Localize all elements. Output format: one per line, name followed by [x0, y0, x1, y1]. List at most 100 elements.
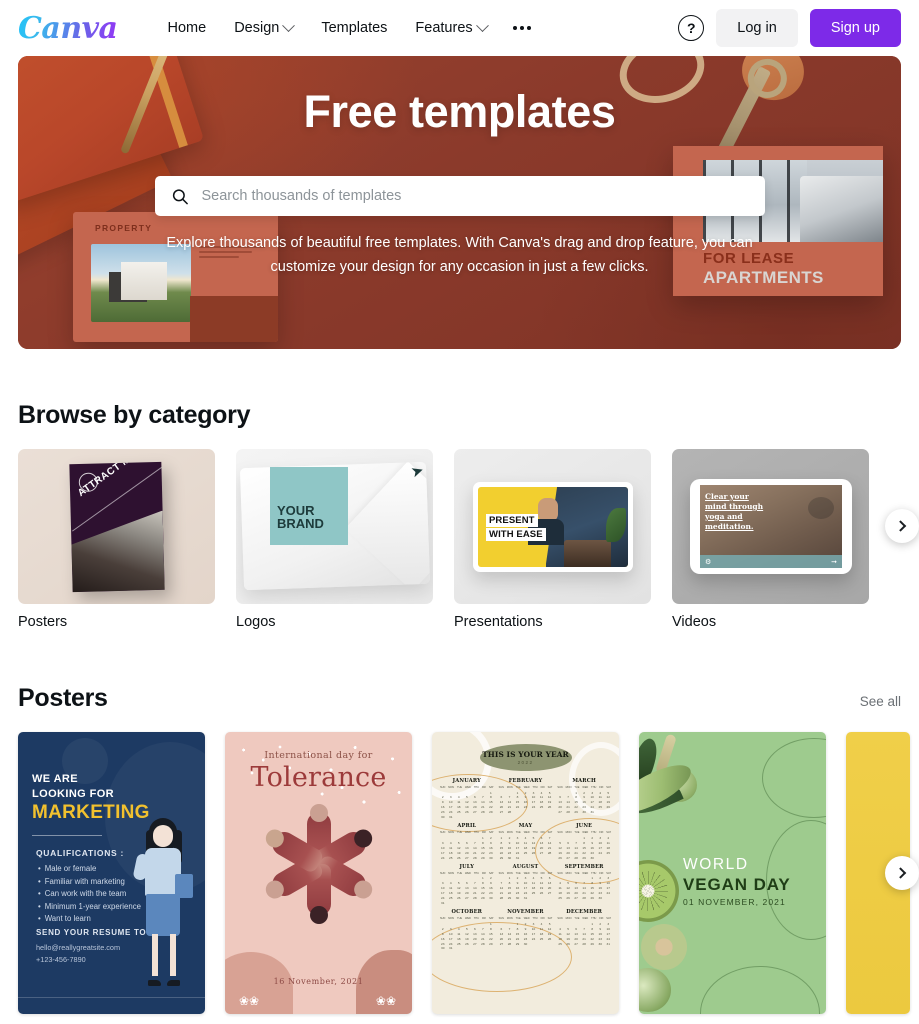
- category-card-logos[interactable]: YOUR BRAND ➤ Logos: [236, 449, 433, 630]
- calendar-day: 1: [516, 790, 519, 795]
- calendar-weekday: WED: [523, 786, 530, 789]
- posters-section-header: Posters See all: [18, 684, 901, 713]
- nav-item-design[interactable]: Design: [220, 12, 307, 44]
- nav-item-home[interactable]: Home: [154, 12, 221, 44]
- ellipsis-icon: [519, 26, 524, 30]
- calendar-day: 23: [441, 810, 445, 815]
- calendar-day: 13: [547, 881, 552, 886]
- more-menu-button[interactable]: [501, 16, 543, 40]
- calendar-day: 5: [559, 840, 561, 845]
- calendar-day: 22: [489, 805, 493, 810]
- calendar-day: 9: [490, 840, 492, 845]
- calendar-weekday: THU: [473, 786, 479, 789]
- calendar-weekday: TUE: [574, 871, 580, 875]
- signup-button[interactable]: Sign up: [809, 9, 901, 47]
- help-icon[interactable]: ?: [678, 15, 705, 41]
- canva-logo[interactable]: Canva: [18, 11, 122, 46]
- calendar-day-empty: [564, 876, 572, 880]
- calendar-day: 28: [582, 941, 586, 946]
- poster-card-world-vegan-day[interactable]: WORLD VEGAN DAY 01 NOVEMBER, 2021: [639, 732, 826, 1014]
- calendar-day: 29: [590, 896, 594, 901]
- daisy-icon: ❀❀: [375, 994, 396, 1008]
- calendar-day: 3: [607, 921, 610, 926]
- calendar-weekday: THU: [591, 871, 597, 875]
- calendar-weekday: THU: [532, 871, 538, 875]
- calendar-day: 19: [457, 850, 461, 855]
- calendar-day: 15: [481, 845, 485, 850]
- calendar-badge: THIS IS YOUR YEAR 2022: [479, 744, 572, 771]
- calendar-month-name: AUGUST: [512, 863, 539, 870]
- calendar-day: 31: [449, 946, 453, 951]
- nav-item-label: Templates: [321, 20, 388, 36]
- calendar-day: 31: [590, 810, 594, 815]
- calendar-day: 13: [473, 800, 477, 805]
- calendar-weekday: WED: [465, 871, 471, 875]
- calendar-day: 23: [598, 936, 602, 941]
- calendar-day: 11: [539, 795, 544, 800]
- calendar-day: 12: [465, 800, 469, 805]
- calendar-day: 6: [465, 881, 468, 886]
- calendar-day: 22: [481, 850, 485, 855]
- poster-card-tolerance-day[interactable]: International day for Tolerance ❀❀ ❀❀ 16…: [225, 732, 412, 1014]
- calendar-month: AUGUST SUN MON TUE WED THU FRI SAT 1 2 3 4 5 6 7 8 9 10 1…: [498, 864, 554, 905]
- category-label: Presentations: [454, 614, 543, 630]
- calendar-day: 16: [441, 936, 445, 941]
- calendar-day: 13: [574, 886, 578, 891]
- calendar-month-name: APRIL: [457, 823, 477, 830]
- categories-next-button[interactable]: [885, 509, 919, 543]
- calendar-day: 1: [583, 835, 586, 840]
- calendar-day: 24: [590, 805, 594, 810]
- hero-search-bar[interactable]: [154, 176, 765, 216]
- calendar-weekday: WED: [582, 917, 589, 921]
- nav-item-templates[interactable]: Templates: [307, 12, 401, 44]
- calendar-day: 14: [481, 931, 485, 936]
- calendar-day: 19: [531, 845, 536, 850]
- calendar-weekday: THU: [473, 831, 479, 835]
- calendar-days-grid: 1 2 3 4 5 6 7 8 9 10 11 12 13 14 15 16 17 18 19 20 21 22 23 24 2…: [498, 836, 554, 860]
- category-card-videos[interactable]: Clear your mind through yoga and meditat…: [672, 449, 869, 630]
- login-button[interactable]: Log in: [716, 9, 798, 47]
- calendar-day: 2: [441, 795, 444, 800]
- calendar-day: 26: [465, 941, 469, 946]
- calendar-weekday: THU: [473, 917, 479, 921]
- calendar-month: JUNE SUN MON TUE WED THU FRI SAT 1 2 3 4 5 6 7 8 9 10 11 1…: [556, 823, 612, 860]
- search-input[interactable]: [201, 188, 749, 204]
- calendar-day: 12: [606, 795, 610, 800]
- calendar-day: 13: [558, 800, 562, 805]
- calendar-day: 10: [606, 926, 610, 931]
- calendar-weekday: FRI: [481, 871, 486, 875]
- swirl-decoration: [700, 966, 820, 1014]
- calendar-weekday: SUN: [498, 917, 504, 921]
- calendar-day: 16: [441, 805, 445, 810]
- calendar-day: 29: [489, 810, 493, 815]
- calendar-day: 1: [482, 835, 484, 840]
- calendar-day-empty: [498, 791, 506, 795]
- calendar-day: 21: [574, 850, 578, 855]
- calendar-day: 23: [523, 805, 528, 810]
- calendar-day: 31: [449, 815, 453, 820]
- calendar-day: 21: [507, 805, 512, 810]
- calendar-day-empty: [463, 922, 471, 926]
- calendar-day: 12: [465, 931, 469, 936]
- calendar-day: 27: [465, 855, 469, 860]
- calendar-day: 2: [583, 790, 586, 795]
- calendar-weekday: MON: [506, 871, 513, 875]
- calendar-day: 11: [531, 881, 536, 886]
- calendar-day: 25: [539, 936, 544, 941]
- poster-card-year-calendar[interactable]: THIS IS YOUR YEAR 2022 JANUARY SUN MON TUE W…: [432, 732, 619, 1014]
- poster-card-marketing-hiring[interactable]: WE ARE LOOKING FOR MARKETING QUALIFICATI…: [18, 732, 205, 1014]
- calendar-day: 12: [558, 845, 562, 850]
- calendar-day: 8: [516, 795, 519, 800]
- posters-next-button[interactable]: [885, 856, 919, 890]
- category-card-posters[interactable]: ATTRACT MORE ATTENTION Posters: [18, 449, 215, 630]
- calendar-day: 16: [523, 931, 528, 936]
- calendar-day: 4: [449, 840, 452, 845]
- see-all-link[interactable]: See all: [860, 694, 901, 709]
- calendar-day: 20: [499, 936, 504, 941]
- nav-item-features[interactable]: Features: [401, 12, 500, 44]
- hero-subtitle: Explore thousands of beautiful free temp…: [166, 235, 753, 275]
- calendar-day: 2: [591, 835, 594, 840]
- category-card-presentations[interactable]: PRESENT WITH EASE Presentations: [454, 449, 651, 630]
- calendar-day: 28: [566, 810, 570, 815]
- calendar-day-empty: [471, 836, 479, 840]
